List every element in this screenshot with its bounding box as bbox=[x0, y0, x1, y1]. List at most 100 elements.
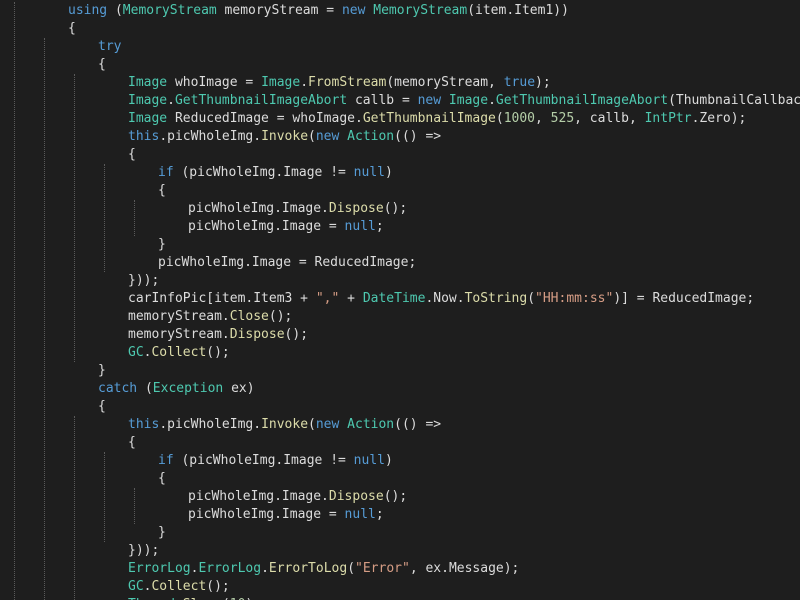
code-token-keyword: new bbox=[315, 129, 340, 144]
code-token-string: "Error" bbox=[355, 561, 410, 576]
code-line[interactable]: Image whoImage = Image.FromStream(memory… bbox=[128, 74, 551, 92]
indent-guide bbox=[134, 200, 135, 236]
code-token-keyword: if bbox=[158, 165, 174, 180]
code-token-method: FromStream bbox=[308, 75, 387, 90]
code-token-keyword: this bbox=[128, 129, 160, 144]
code-token-keyword: null bbox=[344, 219, 376, 234]
code-token-text: { bbox=[68, 21, 76, 36]
code-token-type: Image bbox=[261, 75, 301, 90]
code-line[interactable]: picWholeImg.Image = null; bbox=[188, 506, 384, 524]
code-token-keyword: new bbox=[315, 417, 340, 432]
code-editor[interactable]: using (MemoryStream memoryStream = new M… bbox=[0, 0, 800, 600]
code-token-text: ; bbox=[375, 219, 384, 234]
code-line[interactable]: GC.Collect(); bbox=[128, 344, 230, 362]
code-token-text: picWholeImg.Image = bbox=[188, 219, 345, 234]
code-token-keyword: true bbox=[503, 75, 536, 90]
indent-guide bbox=[74, 416, 75, 600]
code-token-type: MemoryStream bbox=[122, 3, 217, 18]
code-token-keyword: this bbox=[128, 417, 160, 432]
code-line[interactable]: })); bbox=[128, 542, 159, 560]
code-line[interactable]: carInfoPic[item.Item3 + "," + DateTime.N… bbox=[128, 290, 754, 308]
code-token-text: { bbox=[98, 399, 106, 414]
code-token-text: , bbox=[535, 111, 551, 126]
code-line[interactable]: using (MemoryStream memoryStream = new M… bbox=[68, 2, 569, 20]
code-line[interactable]: Thread.Sleep(10); bbox=[128, 596, 261, 600]
code-token-method: Invoke bbox=[261, 129, 309, 144]
indent-guide bbox=[104, 164, 105, 272]
code-line[interactable]: if (picWholeImg.Image != null) bbox=[158, 452, 393, 470]
code-line[interactable]: memoryStream.Dispose(); bbox=[128, 326, 308, 344]
code-line[interactable]: try bbox=[98, 38, 121, 56]
code-token-text: picWholeImg.Image = ReducedImage; bbox=[158, 255, 417, 270]
code-token-text: (); bbox=[206, 579, 230, 594]
code-token-method: Collect bbox=[151, 345, 207, 360]
code-line[interactable]: picWholeImg.Image = null; bbox=[188, 218, 384, 236]
code-line[interactable]: Image ReducedImage = whoImage.GetThumbna… bbox=[128, 110, 746, 128]
code-token-text: ; bbox=[375, 507, 384, 522]
code-line[interactable]: } bbox=[158, 236, 166, 254]
code-token-text: (() => bbox=[394, 417, 442, 432]
code-token-text: Item1 bbox=[514, 3, 554, 18]
code-line[interactable]: { bbox=[68, 20, 76, 38]
code-token-keyword: new bbox=[417, 93, 442, 108]
code-token-text: , ex.Message); bbox=[409, 561, 520, 576]
code-line[interactable]: { bbox=[98, 56, 106, 74]
code-token-type: Image bbox=[128, 93, 168, 108]
code-token-text: { bbox=[98, 57, 106, 72]
code-token-type: Image bbox=[128, 111, 168, 126]
code-token-text: (picWholeImg.Image != bbox=[173, 453, 354, 468]
code-line[interactable]: } bbox=[158, 524, 166, 542]
code-line[interactable]: this.picWholeImg.Invoke(new Action(() => bbox=[128, 416, 441, 434]
code-token-type: DateTime bbox=[362, 291, 426, 306]
code-line[interactable]: ErrorLog.ErrorLog.ErrorToLog("Error", ex… bbox=[128, 560, 519, 578]
code-token-text: .Zero); bbox=[691, 111, 747, 126]
code-line[interactable]: memoryStream.Close(); bbox=[128, 308, 292, 326]
code-token-text: })); bbox=[128, 543, 160, 558]
code-token-number: 1000 bbox=[503, 111, 536, 126]
code-line[interactable]: catch (Exception ex) bbox=[98, 380, 255, 398]
code-token-keyword: new bbox=[341, 3, 366, 18]
code-line[interactable]: picWholeImg.Image.Dispose(); bbox=[188, 200, 407, 218]
code-line[interactable]: GC.Collect(); bbox=[128, 578, 230, 596]
code-token-keyword: using bbox=[68, 3, 108, 18]
code-token-text: carInfoPic[item.Item3 + bbox=[128, 291, 316, 306]
code-line[interactable]: if (picWholeImg.Image != null) bbox=[158, 164, 393, 182]
code-line[interactable]: picWholeImg.Image = ReducedImage; bbox=[158, 254, 416, 272]
code-token-text: whoImage = bbox=[167, 75, 262, 90]
code-token-text: picWholeImg.Image. bbox=[188, 489, 329, 504]
code-line[interactable]: picWholeImg.Image.Dispose(); bbox=[188, 488, 407, 506]
code-token-text: { bbox=[128, 435, 136, 450]
code-line[interactable]: })); bbox=[128, 272, 159, 290]
code-line[interactable]: { bbox=[158, 470, 166, 488]
code-line[interactable]: } bbox=[98, 362, 106, 380]
code-token-method: Dispose bbox=[229, 327, 285, 342]
code-token-method: Invoke bbox=[261, 417, 309, 432]
code-token-type: GetThumbnailImageAbort bbox=[495, 93, 669, 108]
code-line[interactable]: { bbox=[158, 182, 166, 200]
code-token-text: callb = bbox=[347, 93, 418, 108]
code-token-text: + bbox=[339, 291, 363, 306]
code-token-method: Dispose bbox=[328, 201, 384, 216]
code-token-text: memoryStream. bbox=[128, 309, 230, 324]
code-line[interactable]: { bbox=[98, 398, 106, 416]
code-token-text: { bbox=[128, 147, 136, 162]
code-token-keyword: null bbox=[344, 507, 376, 522]
code-token-method: GetThumbnailImage bbox=[362, 111, 496, 126]
code-token-text: })); bbox=[128, 273, 160, 288]
code-token-method: ToString bbox=[464, 291, 528, 306]
code-token-type: Image bbox=[448, 93, 489, 108]
code-token-text: . bbox=[300, 75, 309, 90]
indent-guide bbox=[14, 2, 15, 600]
code-line[interactable]: { bbox=[128, 146, 136, 164]
code-line[interactable]: this.picWholeImg.Invoke(new Action(() => bbox=[128, 128, 441, 146]
code-token-text: ( bbox=[308, 417, 316, 432]
code-token-text: (picWholeImg.Image != bbox=[173, 165, 354, 180]
code-token-type: GC bbox=[128, 579, 144, 594]
code-line[interactable]: { bbox=[128, 434, 136, 452]
code-token-type: Action bbox=[347, 417, 395, 432]
indent-guide bbox=[134, 488, 135, 524]
code-line[interactable]: Image.GetThumbnailImageAbort callb = new… bbox=[128, 92, 800, 110]
code-token-text: memoryStream. bbox=[128, 327, 230, 342]
